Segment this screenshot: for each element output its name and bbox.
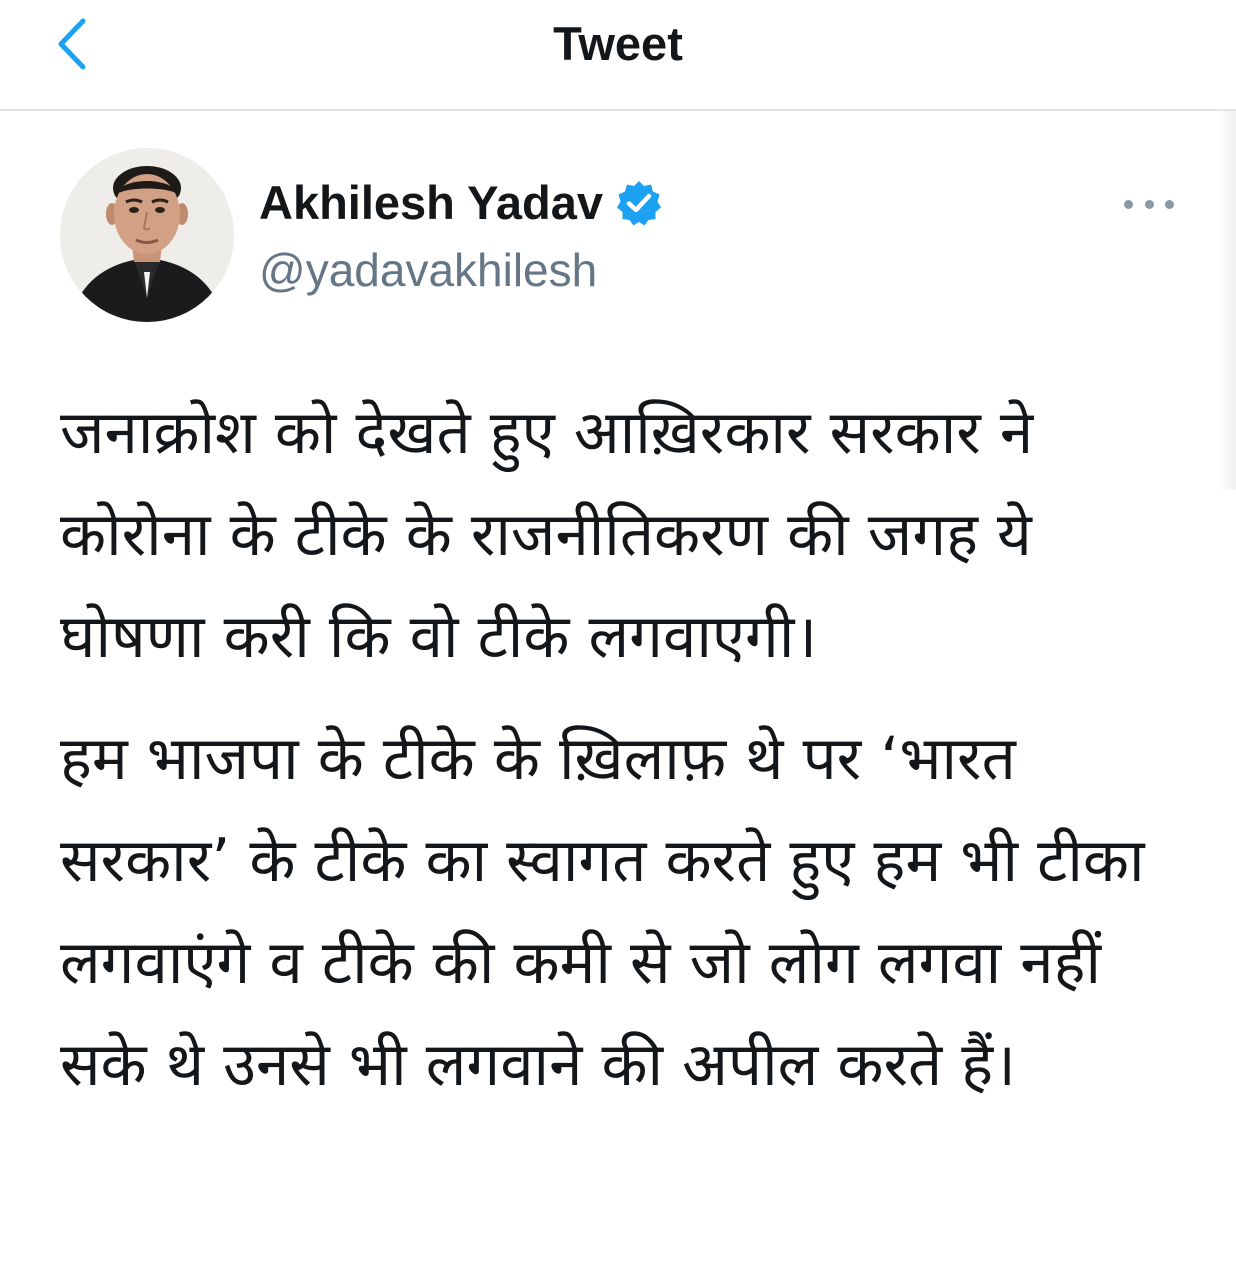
more-horizontal-icon-dot — [1144, 199, 1154, 209]
more-horizontal-icon — [1124, 199, 1133, 209]
tweet-paragraph: जनाक्रोश को देखते हुए आख़िरकार सरकार ने … — [60, 398, 1034, 672]
verified-badge-icon — [617, 181, 661, 226]
more-options-button[interactable] — [1124, 190, 1174, 218]
handle[interactable]: @yadavakhilesh — [259, 240, 1059, 300]
scroll-edge — [1216, 110, 1236, 490]
more-horizontal-icon-dot — [1165, 199, 1174, 209]
tweet-text: जनाक्रोश को देखते हुए आख़िरकार सरकार ने … — [60, 382, 1190, 1116]
tweet-paragraph: हम भाजपा के टीके के ख़िलाफ़ थे पर ‘भारत … — [60, 724, 1145, 1100]
avatar[interactable] — [60, 148, 234, 322]
display-name[interactable]: Akhilesh Yadav — [259, 172, 603, 234]
display-name-row: Akhilesh Yadav — [259, 172, 1059, 234]
page-title: Tweet — [553, 17, 683, 70]
author-info: Akhilesh Yadav @yadavakhilesh — [259, 172, 1059, 300]
navigation-bar: Tweet — [0, 0, 1236, 111]
profile-photo — [60, 148, 234, 322]
